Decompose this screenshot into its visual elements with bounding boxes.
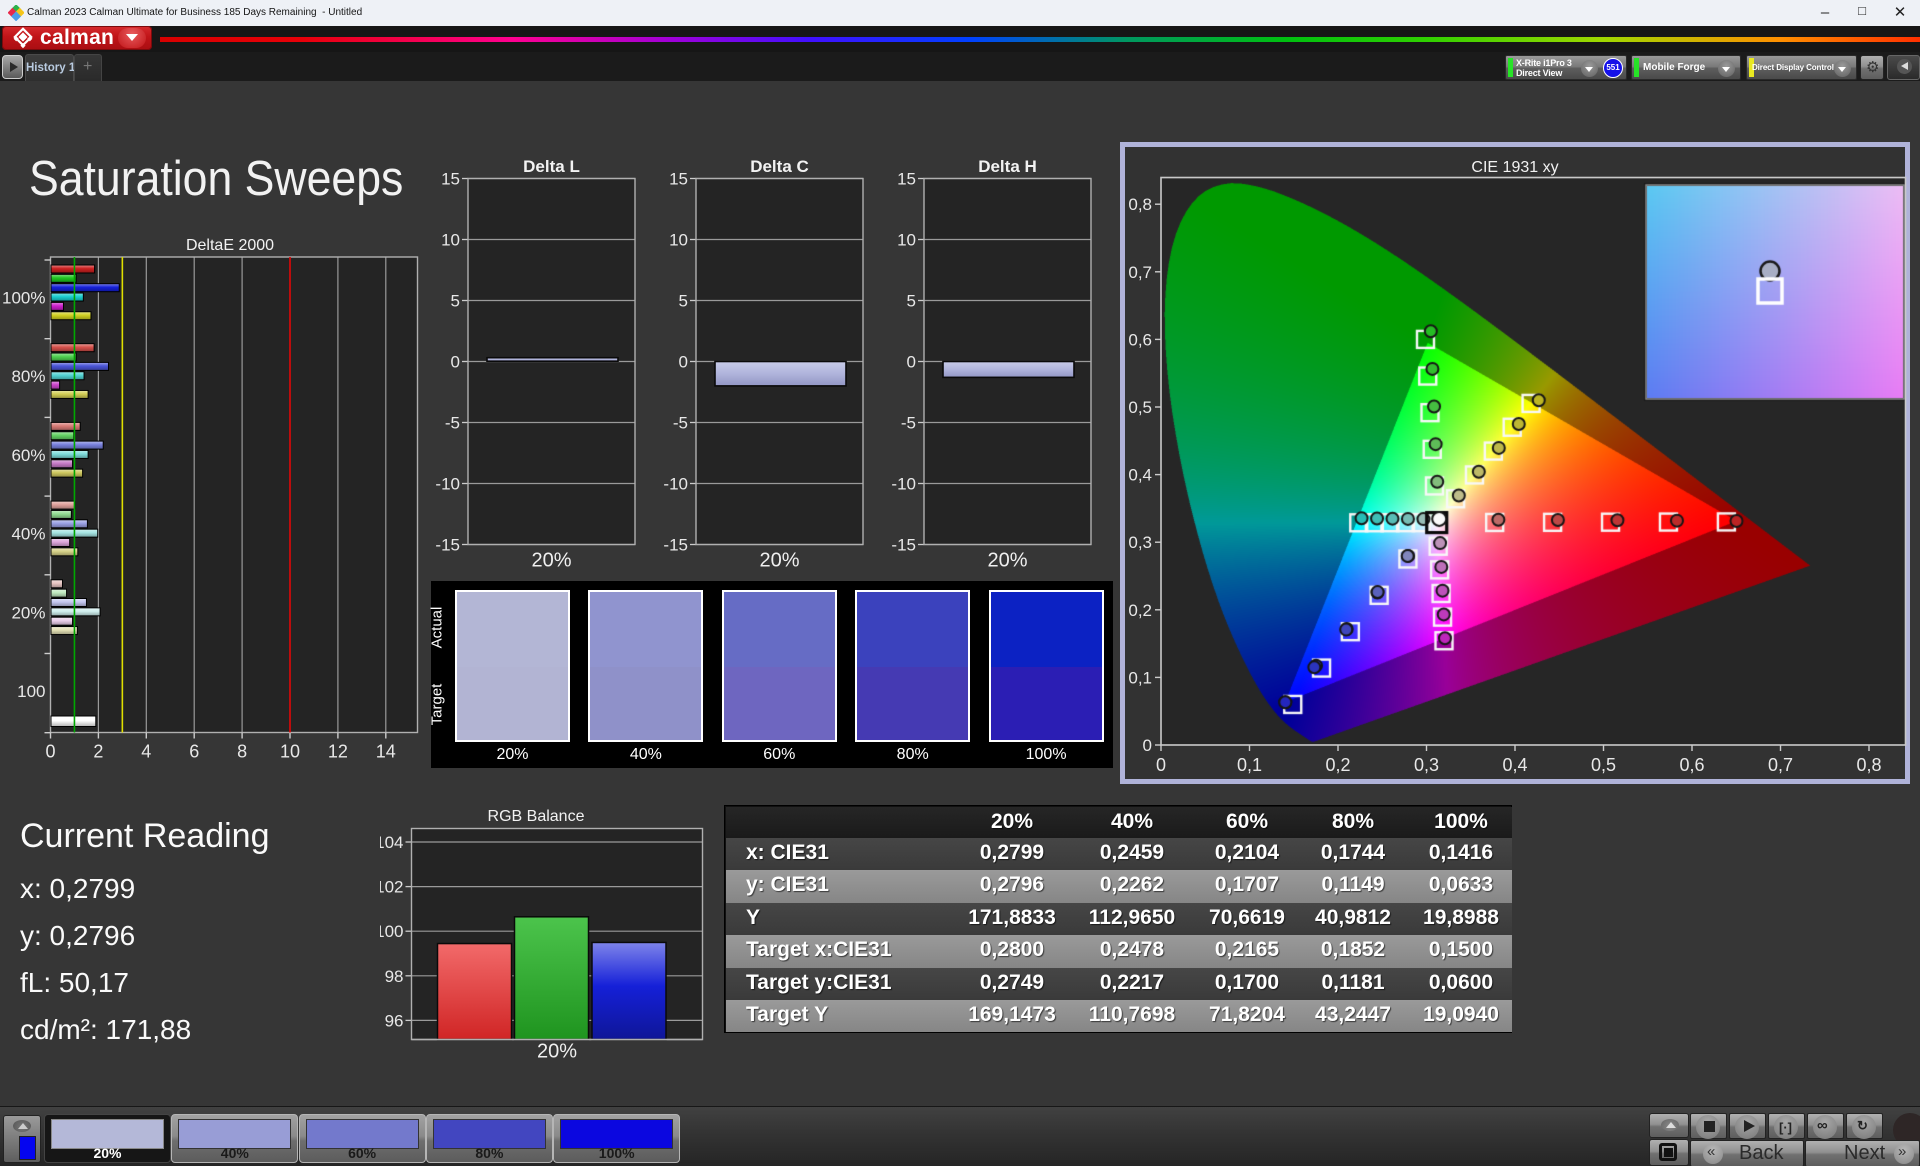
svg-text:0,3: 0,3 [1128, 533, 1152, 552]
svg-text:10: 10 [441, 231, 460, 250]
svg-text:0,5: 0,5 [1591, 755, 1616, 775]
svg-text:15: 15 [669, 170, 688, 189]
svg-text:-5: -5 [445, 414, 460, 433]
svg-text:20%: 20% [759, 550, 799, 571]
svg-text:0,7: 0,7 [1768, 755, 1793, 775]
svg-text:4: 4 [141, 742, 151, 762]
svg-text:0,2: 0,2 [1128, 601, 1152, 620]
svg-text:100: 100 [380, 922, 404, 941]
svg-text:Delta C: Delta C [750, 157, 809, 176]
svg-text:96: 96 [385, 1011, 404, 1030]
svg-text:Delta H: Delta H [978, 157, 1037, 176]
svg-text:-15: -15 [663, 536, 688, 555]
svg-text:0,3: 0,3 [1414, 755, 1439, 775]
svg-text:0,4: 0,4 [1502, 755, 1527, 775]
svg-text:8: 8 [237, 742, 247, 762]
svg-text:40%: 40% [11, 525, 45, 544]
svg-text:15: 15 [897, 170, 916, 189]
svg-text:10: 10 [669, 231, 688, 250]
svg-text:-5: -5 [901, 414, 916, 433]
svg-text:0: 0 [907, 353, 916, 372]
svg-text:0,5: 0,5 [1128, 398, 1152, 417]
svg-text:20%: 20% [531, 550, 571, 571]
svg-text:12: 12 [328, 742, 348, 762]
svg-text:104: 104 [380, 833, 404, 852]
svg-text:10: 10 [897, 231, 916, 250]
svg-text:-10: -10 [891, 475, 916, 494]
svg-text:5: 5 [451, 292, 460, 311]
svg-text:-15: -15 [891, 536, 916, 555]
svg-text:0,6: 0,6 [1679, 755, 1704, 775]
svg-text:0: 0 [1156, 755, 1166, 775]
svg-text:5: 5 [907, 292, 916, 311]
svg-text:2: 2 [93, 742, 103, 762]
svg-text:0: 0 [1143, 736, 1152, 755]
svg-text:0,6: 0,6 [1128, 330, 1152, 349]
svg-text:0: 0 [679, 353, 688, 372]
svg-text:0: 0 [451, 353, 460, 372]
svg-text:6: 6 [189, 742, 199, 762]
svg-text:14: 14 [376, 742, 396, 762]
svg-text:-10: -10 [435, 475, 460, 494]
svg-text:0,7: 0,7 [1128, 263, 1152, 282]
svg-text:15: 15 [441, 170, 460, 189]
svg-text:Delta L: Delta L [523, 157, 580, 176]
svg-text:10: 10 [280, 742, 300, 762]
svg-text:-10: -10 [663, 475, 688, 494]
svg-text:0,1: 0,1 [1237, 755, 1262, 775]
svg-text:0,1: 0,1 [1128, 668, 1152, 687]
svg-text:-5: -5 [673, 414, 688, 433]
svg-text:98: 98 [385, 967, 404, 986]
svg-text:100%: 100% [2, 289, 45, 308]
svg-text:-15: -15 [435, 536, 460, 555]
svg-text:20%: 20% [537, 1041, 577, 1063]
svg-text:0,8: 0,8 [1128, 195, 1152, 214]
svg-text:60%: 60% [11, 446, 45, 465]
svg-text:20%: 20% [987, 550, 1027, 571]
svg-text:100: 100 [17, 682, 45, 701]
svg-text:0,4: 0,4 [1128, 466, 1152, 485]
svg-text:5: 5 [679, 292, 688, 311]
svg-text:0: 0 [45, 742, 55, 762]
svg-text:102: 102 [380, 878, 404, 897]
svg-text:80%: 80% [11, 367, 45, 386]
svg-text:0,8: 0,8 [1856, 755, 1881, 775]
svg-text:0,2: 0,2 [1325, 755, 1350, 775]
svg-text:20%: 20% [11, 603, 45, 622]
